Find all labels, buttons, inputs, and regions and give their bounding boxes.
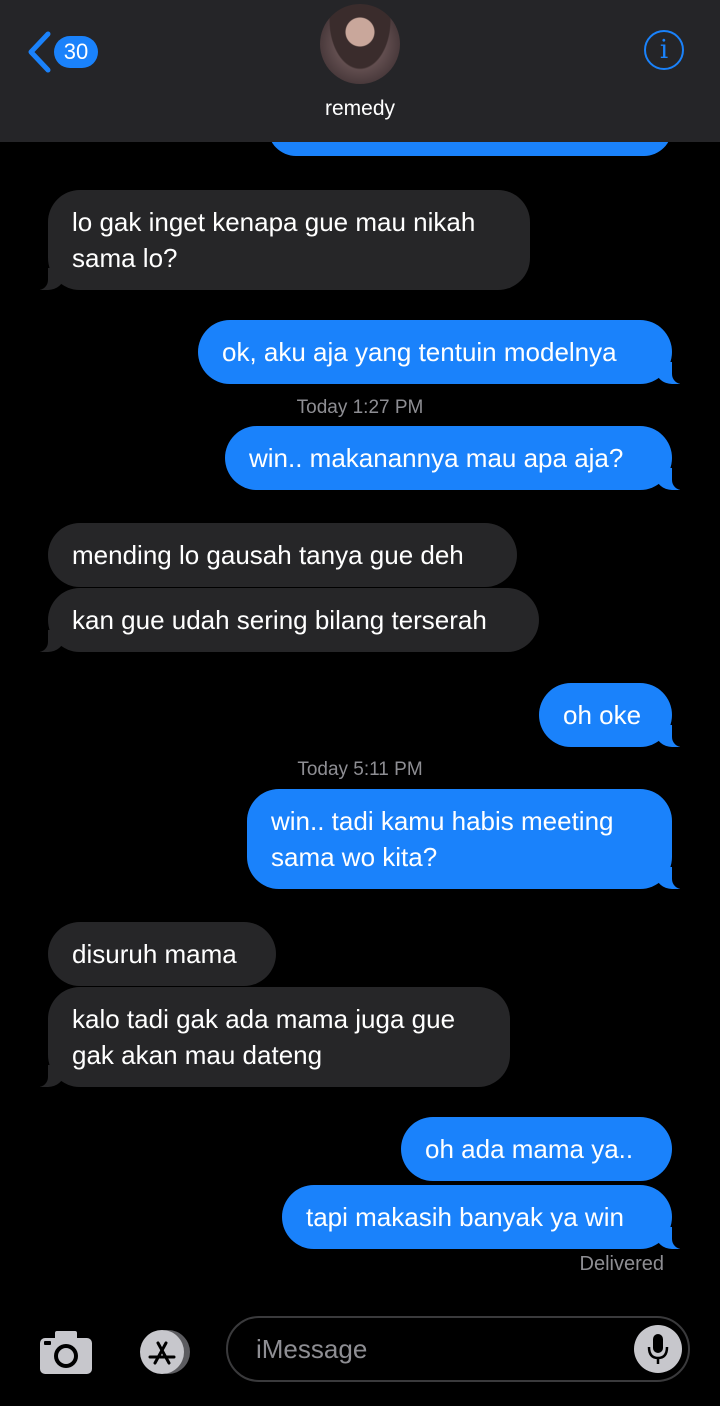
timestamp: Today 1:27 PM [296, 397, 424, 418]
unread-count-badge: 30 [54, 36, 98, 68]
received-message[interactable]: kan gue udah sering bilang terserah [32, 588, 539, 652]
message-input[interactable]: iMessage [226, 1316, 690, 1382]
message-input-placeholder: iMessage [256, 1333, 368, 1364]
timestamp: Today 5:11 PM [297, 759, 423, 780]
sent-message[interactable]: win.. tadi kamu habis meeting sama wo ki… [247, 789, 688, 889]
chevron-left-icon [28, 31, 51, 73]
conversation-header: 30 remedy i [0, 0, 720, 142]
sent-message[interactable]: win.. makanannya mau apa aja? [225, 426, 688, 490]
sent-message[interactable]: tapi makasih banyak ya win [282, 1185, 688, 1249]
back-button[interactable]: 30 [26, 28, 98, 76]
received-message[interactable]: kalo tadi gak ada mama juga gue gak akan… [32, 987, 510, 1087]
app-store-icon[interactable] [130, 1328, 196, 1376]
delivered-status: Delivered [579, 1253, 664, 1275]
contact-name[interactable]: remedy [0, 97, 720, 121]
sent-message[interactable]: oh ada mama ya.. [401, 1117, 672, 1181]
received-message[interactable]: mending lo gausah tanya gue deh [48, 523, 517, 587]
received-message[interactable]: disuruh mama [48, 922, 276, 986]
sent-message[interactable]: oh oke [539, 683, 688, 747]
info-button[interactable]: i [644, 30, 684, 70]
camera-icon[interactable] [38, 1328, 94, 1376]
microphone-icon[interactable] [634, 1325, 682, 1373]
received-message[interactable]: lo gak inget kenapa gue mau nikah sama l… [32, 190, 530, 290]
sent-message[interactable]: ok, aku aja yang tentuin modelnya [198, 320, 688, 384]
contact-avatar[interactable] [320, 4, 400, 84]
